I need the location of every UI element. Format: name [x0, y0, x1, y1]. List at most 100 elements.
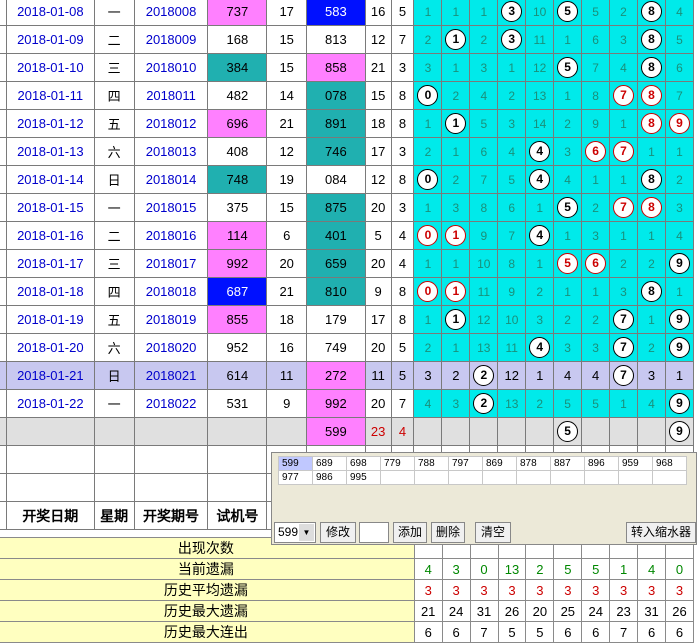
trial-sum: 21	[266, 109, 308, 138]
stat-value: 21	[413, 600, 443, 622]
candidate-number[interactable]: 968	[652, 456, 687, 471]
miss-cell-6: 5	[581, 0, 611, 26]
table-row[interactable]: 2018-01-21 日 2018021 614 11 272 11 5 3 2 2 12 1 4 4 7 3 1	[0, 361, 695, 390]
table-row[interactable]: 2018-01-10 三 2018010 384 15 858 21 3 3 1 3 1 12 5 7 4 8 6	[0, 53, 695, 82]
table-row[interactable]: 2018-01-11 四 2018011 482 14 078 15 8 0 2 4 2 13 1 8 7 8 7	[0, 81, 695, 110]
number-select[interactable]: 599 ▼	[274, 522, 316, 543]
weekday: 二	[93, 221, 135, 250]
delete-button[interactable]: 删除	[431, 522, 465, 543]
table-row[interactable]: 2018-01-08 一 2018008 737 17 583 16 5 1 1 1 3 10 5 5 2 8 4	[0, 0, 695, 26]
table-row[interactable]: 2018-01-14 日 2018014 748 19 084 12 8 0 2 7 5 4 4 1 1 8 2	[0, 165, 695, 194]
miss-cell-9: 1	[664, 277, 695, 306]
weekday: 一	[93, 193, 135, 222]
issue-number: 2018021	[133, 361, 209, 390]
miss-cell-9: 9	[664, 389, 695, 418]
candidate-number[interactable]: 797	[448, 456, 483, 471]
trial-number: 114	[207, 221, 268, 250]
draw-number: 813	[306, 25, 366, 54]
stat-value: 6	[637, 621, 667, 643]
table-row[interactable]: 2018-01-17 三 2018017 992 20 659 20 4 1 1 10 8 1 5 6 2 2 9	[0, 249, 695, 278]
draw-span: 8	[390, 165, 415, 194]
candidate-number[interactable]: 689	[312, 456, 347, 471]
trial-sum: 12	[266, 137, 308, 166]
weekday: 日	[93, 165, 135, 194]
draw-span: 5	[390, 333, 415, 362]
candidate-number[interactable]: 788	[414, 456, 449, 471]
candidate-number[interactable]: 779	[380, 456, 415, 471]
table-row[interactable]: 2018-01-16 二 2018016 114 6 401 5 4 0 1 9 7 4 1 3 1 1 4	[0, 221, 695, 250]
issue-number: 2018020	[133, 333, 209, 362]
table-row[interactable]: 2018-01-12 五 2018012 696 21 891 18 8 1 1 5 3 14 2 9 1 8 9	[0, 109, 695, 138]
trial-sum: 19	[266, 165, 308, 194]
trial-sum: 16	[266, 333, 308, 362]
table-row[interactable]: 2018-01-22 一 2018022 531 9 992 20 7 4 3 2 13 2 5 5 1 4 9	[0, 389, 695, 418]
hit-marker: 9	[668, 393, 690, 414]
hit-marker: 1	[445, 29, 467, 50]
number-select-value: 599	[278, 525, 299, 539]
issue-number: 2018012	[133, 109, 209, 138]
candidate-number[interactable]: 869	[482, 456, 517, 471]
trial-number: 531	[207, 389, 268, 418]
miss-cell-5: 5	[553, 249, 583, 278]
stat-value: 3	[413, 579, 443, 601]
miss-cell-7: 2	[609, 0, 638, 26]
candidate-number[interactable]: 887	[550, 456, 585, 471]
miss-cell-1: 1	[441, 109, 471, 138]
header-date: 开奖日期	[5, 501, 95, 530]
draw-date: 2018-01-12	[5, 109, 95, 138]
stat-value: 0	[665, 558, 694, 580]
candidate-number[interactable]: 878	[516, 456, 551, 471]
table-row[interactable]: 2018-01-09 二 2018009 168 15 813 12 7 2 1 2 3 11 1 6 3 8 5	[0, 25, 695, 54]
number-input[interactable]	[359, 522, 389, 543]
stat-value: 20	[525, 600, 555, 622]
miss-cell-8: 4	[636, 389, 666, 418]
draw-span: 7	[390, 25, 415, 54]
candidate-number[interactable]: 995	[346, 470, 381, 485]
miss-cell-3: 13	[497, 389, 527, 418]
blank-cell	[5, 445, 95, 474]
miss-cell-5: 3	[553, 137, 583, 166]
candidate-number[interactable]: 698	[346, 456, 381, 471]
weekday: 一	[93, 0, 135, 26]
draw-number: 858	[306, 53, 366, 82]
table-row[interactable]: 2018-01-15 一 2018015 375 15 875 20 3 1 3 8 6 1 5 2 7 8 3	[0, 193, 695, 222]
transfer-to-filter-button[interactable]: 转入缩水器	[626, 522, 696, 543]
blank-cell	[207, 473, 268, 502]
stat-value: 3	[525, 579, 555, 601]
table-row[interactable]: 2018-01-13 六 2018013 408 12 746 17 3 2 1 6 4 4 3 6 7 1 1	[0, 137, 695, 166]
miss-cell-7: 2	[609, 249, 638, 278]
miss-cell-1: 1	[441, 137, 471, 166]
table-row[interactable]: 2018-01-20 六 2018020 952 16 749 20 5 2 1 13 11 4 3 3 7 2…	[0, 333, 695, 362]
miss-cell-0: 2	[413, 137, 443, 166]
issue-number: 2018009	[133, 25, 209, 54]
add-button[interactable]: 添加	[393, 522, 427, 543]
stat-label: 历史平均遗漏	[0, 579, 415, 601]
draw-sum: 11	[364, 361, 392, 390]
stat-row-current: 当前遗漏 4 3 0 13 2 5 5 1 4 0	[0, 558, 694, 580]
hit-marker: 9	[668, 253, 690, 274]
candidate-number[interactable]: 896	[584, 456, 619, 471]
stat-label: 历史最大遗漏	[0, 600, 415, 622]
candidate-number[interactable]: 986	[312, 470, 347, 485]
trial-sum: 15	[266, 25, 308, 54]
hit-marker: 1	[445, 309, 467, 330]
table-row[interactable]: 2018-01-18 四 2018018 687 21 810 9 8 0 1 11 9 2 1 1 3 8 1	[0, 277, 695, 306]
miss-cell-2: 11	[469, 277, 499, 306]
hit-marker: 0	[417, 169, 439, 190]
clear-button[interactable]: 清空	[475, 522, 511, 543]
miss-cell-5: 1	[553, 221, 583, 250]
candidate-number[interactable]: 977	[278, 470, 313, 485]
candidate-number[interactable]: 959	[618, 456, 653, 471]
table-row[interactable]: 2018-01-19 五 2018019 855 18 179 17 8 1 1 12 10 3 2 2 7 1…	[0, 305, 695, 334]
repeat-hit-marker: 9	[668, 113, 690, 134]
modify-button[interactable]: 修改	[320, 522, 356, 543]
stat-value: 5	[525, 621, 555, 643]
chevron-down-icon[interactable]: ▼	[299, 524, 314, 541]
stat-row-max: 历史最大遗漏 21 24 31 26 20 25 24 23 31 26	[0, 600, 694, 622]
miss-cell-9: 7	[664, 81, 695, 110]
issue-number: 2018008	[133, 0, 209, 26]
hit-marker: 4	[529, 337, 551, 358]
candidate-number[interactable]: 599	[278, 456, 313, 471]
miss-cell-8: 8	[636, 165, 666, 194]
weekday: 五	[93, 109, 135, 138]
